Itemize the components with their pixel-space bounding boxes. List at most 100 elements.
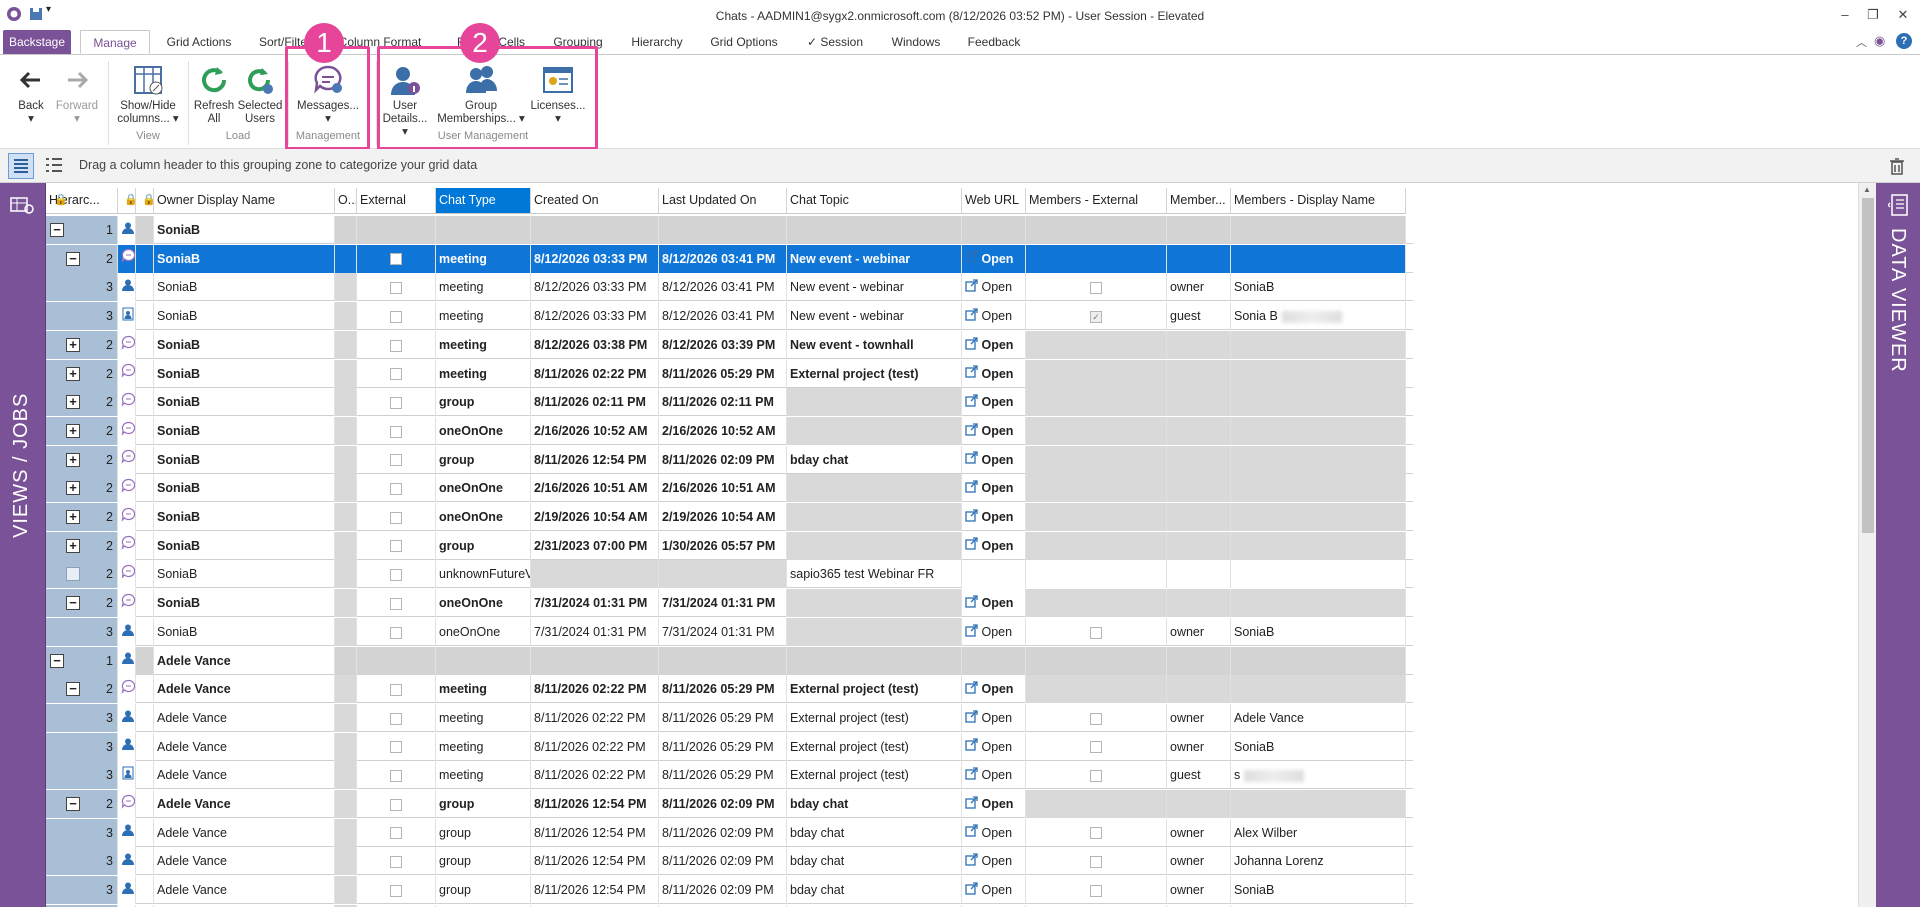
created-on[interactable]: 7/31/2024 01:31 PM (531, 617, 659, 646)
member-role[interactable]: guest (1167, 302, 1231, 331)
tab-session[interactable]: ✓ Session (800, 30, 870, 54)
external-checkbox[interactable] (390, 827, 402, 840)
open-link-icon[interactable] (965, 619, 978, 646)
web-url[interactable]: Open (962, 416, 1026, 445)
web-url[interactable]: Open (962, 503, 1026, 531)
created-on[interactable]: 8/12/2026 03:33 PM (531, 244, 659, 273)
created-on[interactable]: 8/11/2026 12:54 PM (531, 876, 659, 905)
chat-type[interactable]: group (436, 445, 531, 474)
created-on[interactable]: 8/12/2026 03:38 PM (531, 330, 659, 359)
column-header-4[interactable]: O... (335, 188, 357, 214)
chat-type[interactable]: group (436, 388, 531, 417)
hierarchy-cell[interactable]: −1 (46, 216, 118, 244)
web-url[interactable] (962, 560, 1026, 589)
last-updated-on[interactable]: 7/31/2024 01:31 PM (659, 617, 787, 646)
open-link[interactable]: Open (978, 625, 1012, 639)
hierarchy-cell[interactable]: −2 (46, 790, 118, 818)
tab-grid-actions[interactable]: Grid Actions (160, 30, 238, 54)
chat-type[interactable]: oneOnOne (436, 617, 531, 646)
column-header-7[interactable]: Created On (531, 188, 659, 214)
last-updated-on[interactable]: 8/11/2026 05:29 PM (659, 359, 787, 388)
owner-display-name[interactable]: SoniaB (154, 330, 335, 359)
external-cell[interactable] (357, 818, 436, 847)
created-on[interactable]: 2/16/2026 10:52 AM (531, 416, 659, 445)
chat-type[interactable]: meeting (436, 675, 531, 704)
last-updated-on[interactable]: 8/11/2026 02:09 PM (659, 790, 787, 818)
external-cell[interactable] (357, 560, 436, 589)
chat-topic[interactable]: sapio365 test Webinar FR (787, 560, 962, 589)
external-cell[interactable] (357, 216, 436, 244)
chat-type[interactable]: meeting (436, 302, 531, 331)
collapse-icon[interactable]: − (66, 251, 80, 266)
open-link[interactable]: Open (978, 711, 1012, 725)
created-on[interactable]: 8/11/2026 02:22 PM (531, 703, 659, 732)
owner-display-name[interactable]: Adele Vance (154, 876, 335, 905)
members-external-checkbox[interactable] (1090, 770, 1102, 782)
web-url[interactable]: Open (962, 617, 1026, 646)
table-row[interactable]: +2 SoniaB group 8/11/2026 02:11 PM 8/11/2026… (46, 388, 1413, 417)
external-checkbox[interactable] (390, 339, 402, 352)
open-link[interactable]: Open (978, 797, 1013, 811)
table-row[interactable]: +2 SoniaB group 8/11/2026 12:54 PM 8/11/2026… (46, 445, 1413, 474)
table-row[interactable]: 3 SoniaB meeting 8/12/2026 03:33 PM 8/12/202… (46, 273, 1413, 302)
chat-topic[interactable]: bday chat (787, 847, 962, 876)
table-row[interactable]: +2 SoniaB oneOnOne 2/16/2026 10:52 AM 2/16/2… (46, 416, 1413, 445)
web-url[interactable]: Open (962, 761, 1026, 790)
external-checkbox[interactable] (390, 511, 402, 524)
open-link-icon[interactable] (965, 877, 978, 904)
members-external-checkbox[interactable] (1090, 741, 1102, 754)
external-checkbox[interactable] (390, 454, 402, 467)
open-link-icon[interactable] (965, 274, 978, 301)
external-cell[interactable] (357, 646, 436, 675)
external-checkbox[interactable] (390, 626, 402, 639)
open-link[interactable]: Open (978, 395, 1013, 409)
external-checkbox[interactable] (390, 282, 402, 295)
members-external[interactable]: ✓ (1026, 302, 1167, 331)
grid-view-button[interactable] (8, 153, 34, 179)
chat-topic[interactable]: New event - webinar (787, 302, 962, 331)
members-external-checkbox[interactable] (1090, 856, 1102, 869)
external-cell[interactable] (357, 617, 436, 646)
table-row[interactable]: 3 SoniaB meeting 8/12/2026 03:33 PM 8/12/202… (46, 302, 1413, 331)
expand-icon[interactable]: + (66, 423, 80, 438)
table-row[interactable]: 2 SoniaB unknownFutureV sapio365 test Webin… (46, 560, 1413, 589)
table-row[interactable]: −2 SoniaB meeting 8/12/2026 03:33 PM 8/12/20… (46, 244, 1413, 273)
chat-type[interactable]: oneOnOne (436, 474, 531, 503)
external-cell[interactable] (357, 503, 436, 531)
web-url[interactable]: Open (962, 703, 1026, 732)
open-link-icon[interactable] (965, 676, 978, 703)
member-display-name[interactable]: s (1231, 761, 1406, 790)
external-checkbox[interactable] (390, 368, 402, 381)
created-on[interactable]: 8/11/2026 12:54 PM (531, 847, 659, 876)
last-updated-on[interactable]: 8/11/2026 05:29 PM (659, 675, 787, 704)
external-checkbox[interactable] (390, 310, 402, 323)
hierarchy-cell[interactable]: 3 (46, 732, 118, 761)
open-link[interactable]: Open (978, 854, 1012, 868)
open-link-icon[interactable] (965, 705, 978, 732)
owner-display-name[interactable]: Adele Vance (154, 675, 335, 704)
members-external-checkbox[interactable] (1090, 712, 1102, 725)
open-link-icon[interactable] (965, 819, 978, 846)
open-link-icon[interactable] (965, 332, 978, 359)
web-url[interactable]: Open (962, 244, 1026, 273)
external-cell[interactable] (357, 244, 436, 273)
hierarchy-cell[interactable]: −2 (46, 675, 118, 704)
owner-display-name[interactable]: Adele Vance (154, 732, 335, 761)
external-cell[interactable] (357, 847, 436, 876)
members-external[interactable] (1026, 617, 1167, 646)
external-cell[interactable] (357, 388, 436, 417)
hierarchy-cell[interactable]: 3 (46, 703, 118, 732)
open-link-icon[interactable] (965, 733, 978, 760)
table-row[interactable]: 3 SoniaB oneOnOne 7/31/2024 01:31 PM 7/31/20… (46, 617, 1413, 646)
hierarchy-cell[interactable]: 3 (46, 273, 118, 302)
web-url[interactable]: Open (962, 675, 1026, 704)
member-display-name[interactable]: Alex Wilber (1231, 818, 1406, 847)
column-header-6[interactable]: Chat Type (436, 188, 531, 214)
table-row[interactable]: +2 SoniaB meeting 8/11/2026 02:22 PM 8/11/20… (46, 359, 1413, 388)
web-url[interactable]: Open (962, 847, 1026, 876)
last-updated-on[interactable]: 8/11/2026 05:29 PM (659, 732, 787, 761)
hierarchy-cell[interactable]: −2 (46, 244, 118, 273)
created-on[interactable]: 8/11/2026 02:22 PM (531, 732, 659, 761)
tab-windows[interactable]: Windows (884, 30, 948, 54)
open-link[interactable]: Open (978, 424, 1013, 438)
